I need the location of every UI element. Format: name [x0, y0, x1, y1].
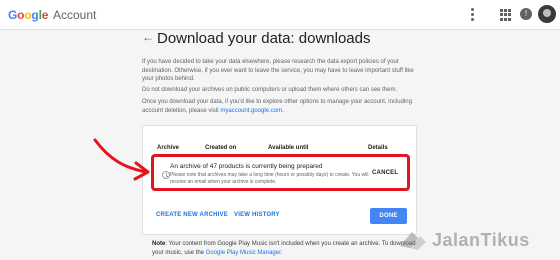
column-header-available: Available until	[268, 145, 309, 151]
cancel-button[interactable]: CANCEL	[372, 170, 398, 176]
done-button[interactable]: DONE	[370, 208, 407, 224]
watermark-text: JalanTikus	[432, 230, 530, 250]
archive-status-note: Please note that archives may take a lon…	[170, 172, 369, 185]
account-avatar[interactable]	[538, 5, 556, 23]
notifications-icon[interactable]: !	[520, 8, 532, 20]
play-music-manager-link[interactable]: Google Play Music Manager.	[206, 250, 283, 256]
intro-paragraph-3: Once you download your data, if you'd li…	[142, 98, 422, 115]
intro-paragraph-2: Do not download your archives on public …	[142, 87, 398, 93]
create-new-archive-button[interactable]: CREATE NEW ARCHIVE	[156, 212, 228, 218]
note-label: Note	[152, 241, 166, 247]
view-history-button[interactable]: VIEW HISTORY	[234, 212, 280, 218]
column-header-archive: Archive	[157, 145, 180, 151]
note-text: : Your content from Google Play Music is…	[152, 241, 416, 256]
more-options-icon[interactable]	[467, 8, 477, 22]
product-name: Account	[53, 8, 97, 22]
page-title: Download your data: downloads	[157, 30, 371, 47]
back-arrow-icon[interactable]: ←	[142, 30, 154, 44]
column-header-created: Created on	[205, 145, 237, 151]
google-logo[interactable]: Google	[8, 8, 48, 22]
archive-row-highlight: An archive of 47 products is currently b…	[151, 154, 410, 191]
archive-status-title: An archive of 47 products is currently b…	[170, 163, 323, 170]
footer-note: Note: Your content from Google Play Musi…	[152, 240, 422, 258]
watermark-logo-icon	[400, 232, 426, 250]
intro-paragraph-1: If you have decided to take your data el…	[142, 59, 414, 82]
column-header-details: Details	[368, 145, 388, 151]
myaccount-link[interactable]: myaccount.google.com.	[220, 108, 283, 114]
top-app-bar: Google Account !	[0, 0, 560, 30]
jalantikus-watermark: JalanTikus	[396, 226, 556, 254]
apps-grid-icon[interactable]	[500, 9, 512, 21]
clock-icon	[162, 171, 170, 179]
